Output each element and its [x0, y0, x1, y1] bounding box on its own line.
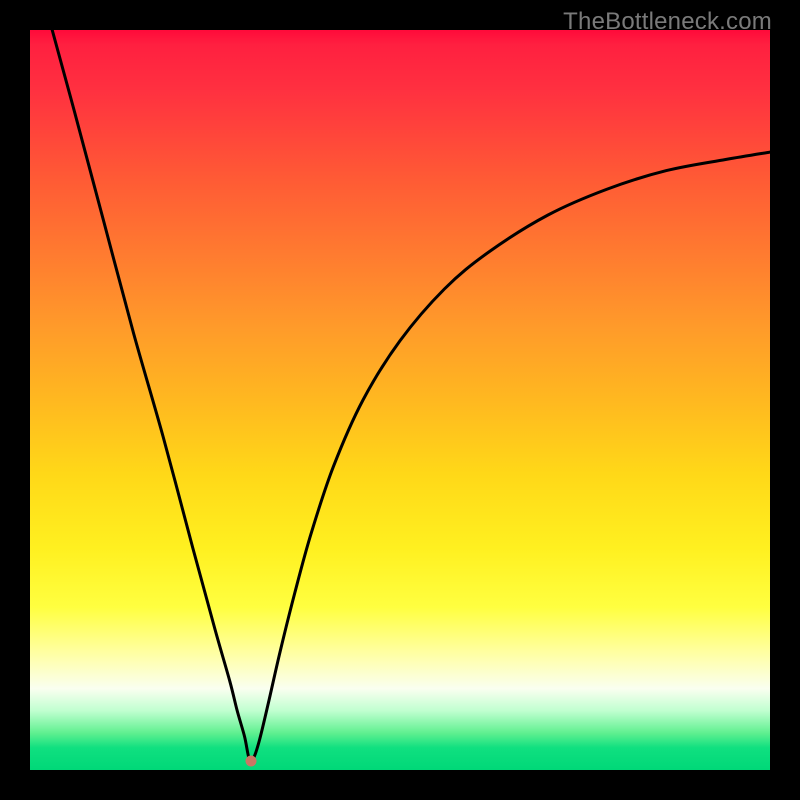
curve-svg — [30, 30, 770, 770]
plot-area — [30, 30, 770, 770]
watermark-text: TheBottleneck.com — [563, 8, 772, 36]
bottleneck-curve — [52, 30, 770, 761]
minimum-marker — [246, 756, 257, 767]
